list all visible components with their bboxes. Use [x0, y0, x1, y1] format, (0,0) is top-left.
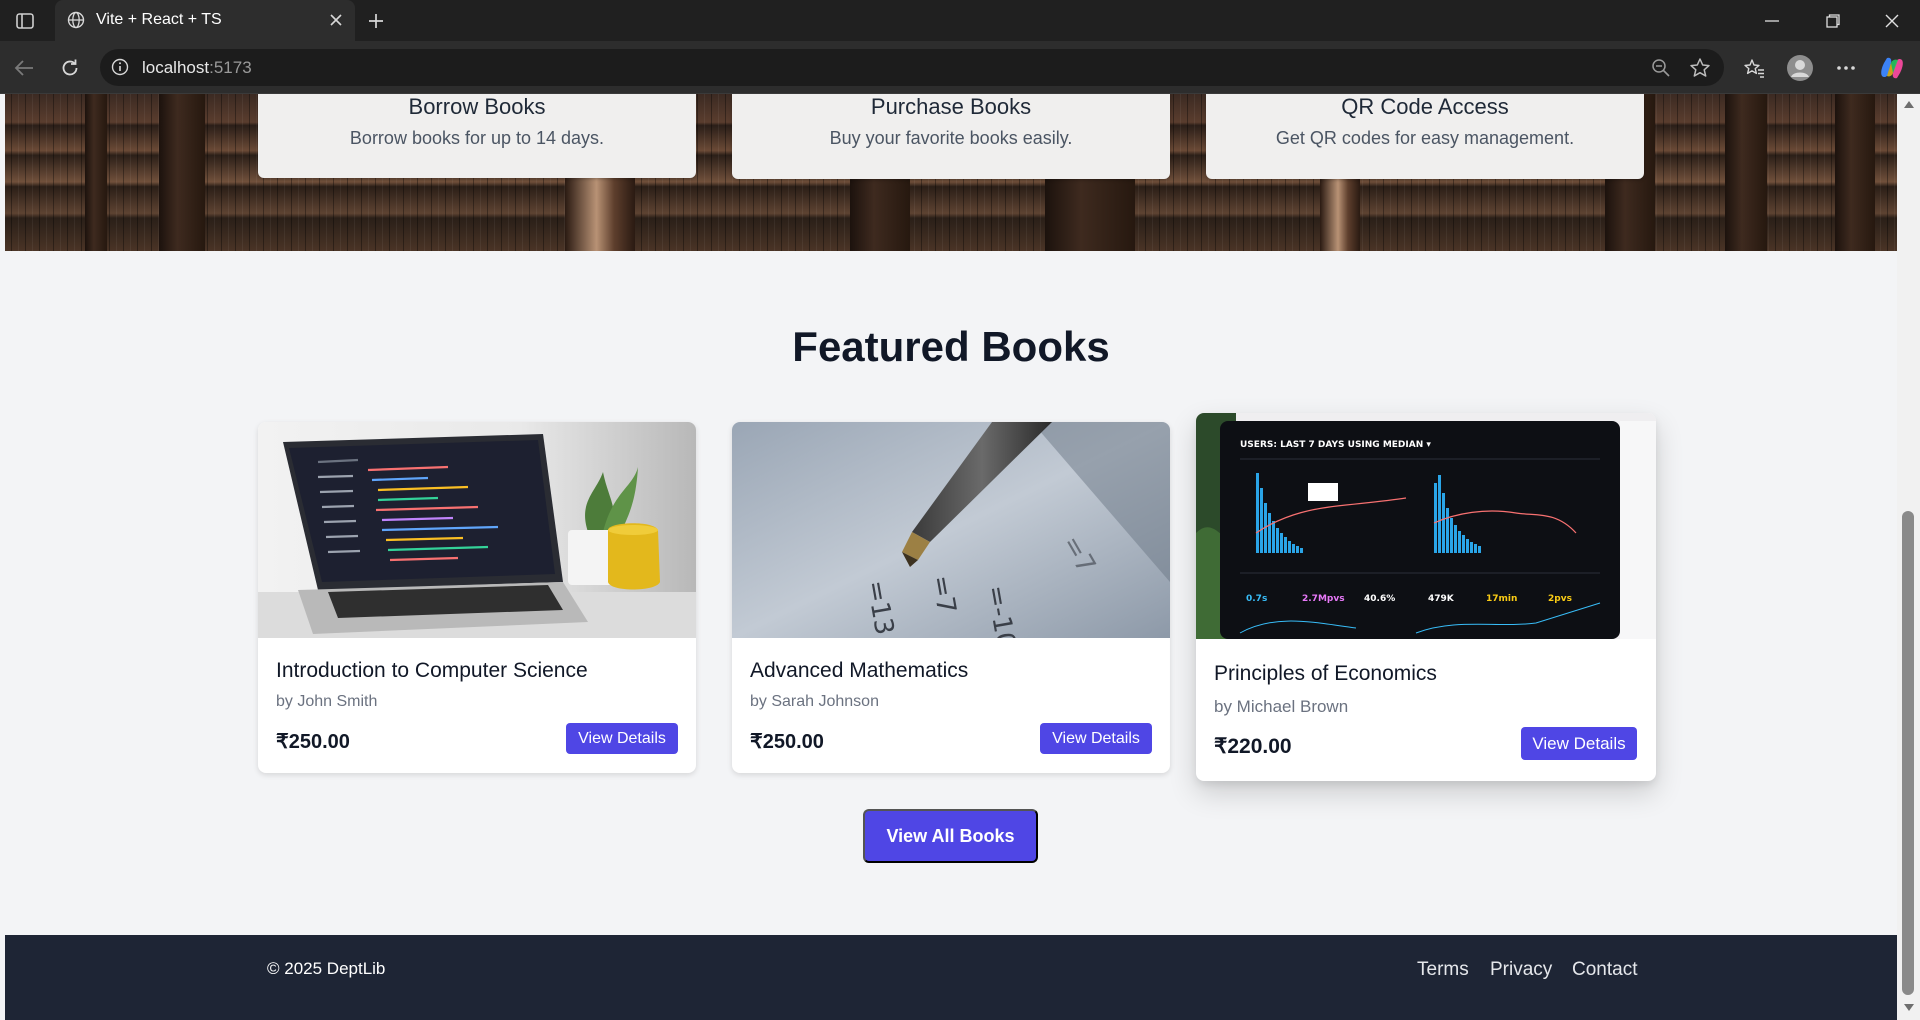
back-arrow-icon[interactable]	[10, 54, 38, 82]
view-details-button[interactable]: View Details	[1521, 727, 1637, 760]
new-tab-plus-icon[interactable]	[363, 8, 389, 34]
site-footer: © 2025 DeptLib Terms Privacy Contact	[5, 935, 1897, 1020]
zoom-out-icon[interactable]	[1649, 56, 1673, 80]
address-bar[interactable]: localhost:5173	[100, 49, 1724, 86]
browser-tab-active[interactable]: Vite + React + TS	[55, 0, 355, 41]
globe-icon	[65, 9, 87, 31]
view-all-books-button[interactable]: View All Books	[863, 809, 1038, 863]
feature-card-purchase: Purchase Books Buy your favorite books e…	[732, 94, 1170, 179]
page-content: Borrow Books Borrow books for up to 14 d…	[5, 94, 1897, 1020]
view-details-button[interactable]: View Details	[1040, 723, 1152, 754]
tab-title: Vite + React + TS	[96, 11, 222, 28]
footer-link-contact[interactable]: Contact	[1572, 959, 1637, 981]
sidebar-toggle-icon[interactable]	[12, 8, 38, 34]
restore-icon[interactable]	[1819, 8, 1847, 34]
book-price: ₹250.00	[276, 731, 350, 753]
address-toolbar: localhost:5173	[0, 41, 1920, 94]
book-title[interactable]: Advanced Mathematics	[750, 659, 968, 683]
scrollbar-thumb[interactable]	[1902, 511, 1914, 995]
feature-title: Purchase Books	[870, 94, 1032, 119]
feature-description: Buy your favorite books easily.	[829, 128, 1073, 148]
featured-books-heading: Featured Books	[792, 323, 1110, 370]
book-author: by Sarah Johnson	[750, 693, 879, 710]
feature-title: Borrow Books	[408, 94, 546, 119]
favorite-star-icon[interactable]	[1688, 56, 1712, 80]
pen-on-math-paper-image: =13 =7 =-10 =7	[732, 422, 1170, 638]
book-author: by John Smith	[276, 693, 378, 710]
book-price: ₹250.00	[750, 731, 824, 753]
dashboard-metric: 17min	[1486, 594, 1517, 604]
feature-description: Borrow books for up to 14 days.	[349, 128, 605, 148]
feature-card-borrow: Borrow Books Borrow books for up to 14 d…	[258, 94, 696, 178]
info-icon[interactable]	[110, 57, 130, 77]
book-card[interactable]: =13 =7 =-10 =7 Advanced Mathematics by S…	[732, 422, 1170, 773]
dashboard-metric: 479K	[1428, 594, 1455, 604]
svg-text:USERS: LAST 7 DAYS USING MEDIA: USERS: LAST 7 DAYS USING MEDIAN ▾	[1240, 440, 1431, 450]
window-close-icon[interactable]	[1878, 8, 1906, 34]
dashboard-metric: 40.6%	[1364, 594, 1395, 604]
reload-icon[interactable]	[56, 54, 84, 82]
book-card[interactable]: Introduction to Computer Science by John…	[258, 422, 696, 773]
dashboard-metric: 2.7Mpvs	[1302, 594, 1345, 604]
footer-link-privacy[interactable]: Privacy	[1490, 959, 1552, 981]
feature-card-qr: QR Code Access Get QR codes for easy man…	[1206, 94, 1644, 179]
page-scrollbar[interactable]	[1897, 94, 1920, 1020]
scroll-up-arrow-icon[interactable]	[1902, 99, 1915, 109]
close-icon[interactable]	[325, 9, 347, 31]
dashboard-metric: 0.7s	[1246, 594, 1267, 604]
book-title[interactable]: Principles of Economics	[1214, 662, 1437, 686]
profile-avatar-icon[interactable]	[1785, 53, 1815, 83]
favorites-icon[interactable]	[1739, 53, 1769, 83]
book-author: by Michael Brown	[1214, 697, 1349, 716]
footer-link-terms[interactable]: Terms	[1417, 959, 1469, 981]
book-title[interactable]: Introduction to Computer Science	[276, 659, 588, 683]
scroll-down-arrow-icon[interactable]	[1902, 1002, 1915, 1012]
url-text[interactable]: localhost:5173	[142, 58, 252, 78]
dashboard-metric: 2pvs	[1548, 594, 1572, 604]
more-menu-icon[interactable]	[1831, 53, 1861, 83]
page-viewport: Borrow Books Borrow books for up to 14 d…	[0, 94, 1920, 1020]
book-card-hovered[interactable]: USERS: LAST 7 DAYS USING MEDIAN ▾ 0.7s 2…	[1196, 413, 1656, 781]
browser-tab-strip: Vite + React + TS	[0, 0, 1920, 41]
book-price: ₹220.00	[1214, 735, 1292, 758]
copyright-text: © 2025 DeptLib	[267, 959, 386, 978]
analytics-dashboard-image: USERS: LAST 7 DAYS USING MEDIAN ▾ 0.7s 2…	[1196, 413, 1656, 639]
feature-title: QR Code Access	[1341, 94, 1509, 119]
feature-description: Get QR codes for easy management.	[1275, 128, 1575, 148]
copilot-icon[interactable]	[1877, 53, 1907, 83]
view-details-button[interactable]: View Details	[566, 723, 678, 754]
laptop-code-image	[258, 422, 696, 638]
minimize-icon[interactable]	[1758, 8, 1786, 34]
hero-library-background: Borrow Books Borrow books for up to 14 d…	[5, 94, 1897, 251]
